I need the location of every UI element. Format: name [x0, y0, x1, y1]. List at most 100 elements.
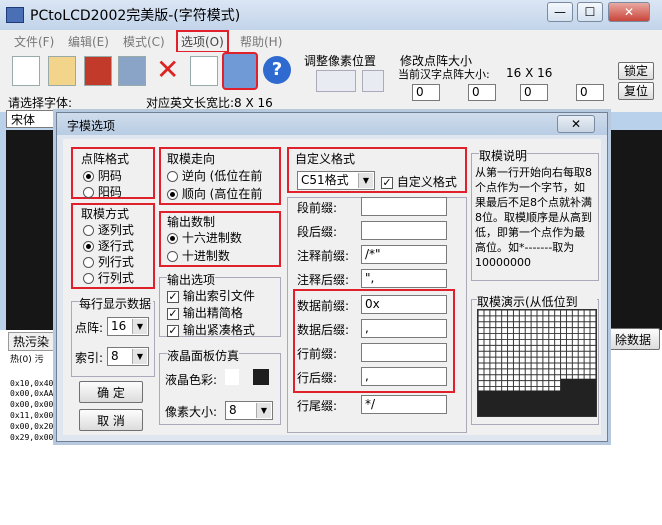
- radio-dot[interactable]: [167, 189, 178, 200]
- comment-suffix-input[interactable]: ",: [361, 269, 447, 288]
- data-prefix-input[interactable]: 0x: [361, 295, 447, 314]
- minimize-button[interactable]: —: [547, 2, 573, 22]
- segment-prefix-input[interactable]: [361, 197, 447, 216]
- open-folder-icon[interactable]: [48, 56, 76, 86]
- segment-suffix-input[interactable]: [361, 221, 447, 240]
- radio-dot[interactable]: [83, 225, 94, 236]
- font-options-dialog: 字模选项 ✕ 点阵格式 阴码 阳码 取模方式 逐列式 逐行式 列行式 行列式 每…: [56, 112, 608, 442]
- menu-file[interactable]: 文件(F): [14, 33, 54, 50]
- pixel-center-icon[interactable]: [362, 70, 384, 92]
- comment-prefix-input[interactable]: /*": [361, 245, 447, 264]
- take-direction-title: 取模走向: [167, 152, 216, 166]
- field-label: 数据后缀:: [297, 323, 350, 337]
- line-prefix-input[interactable]: [361, 343, 447, 362]
- radio-by-column[interactable]: 逐列式: [83, 221, 134, 238]
- generate-icon[interactable]: [118, 56, 146, 86]
- description-text: 从第一行开始向右每取8个点作为一个字节，如果最后不足8个点就补满8位。取模顺序是…: [475, 166, 592, 269]
- maximize-button[interactable]: ☐: [577, 2, 603, 22]
- data-suffix-input[interactable]: ,: [361, 319, 447, 338]
- menu-mode[interactable]: 模式(C): [123, 33, 165, 50]
- lcd-background-swatch[interactable]: [225, 369, 239, 385]
- radio-column-row[interactable]: 列行式: [83, 253, 134, 270]
- output-base-title: 输出数制: [167, 215, 216, 229]
- reset-button[interactable]: 复位: [618, 82, 654, 100]
- check-index-file[interactable]: ✓ 输出索引文件: [167, 287, 255, 304]
- dot-count-select[interactable]: 16 ▼: [107, 317, 149, 336]
- radio-dot[interactable]: [83, 273, 94, 284]
- index-count-select[interactable]: 8 ▼: [107, 347, 149, 366]
- lcd-color-swatch[interactable]: [253, 369, 269, 385]
- clear-icon[interactable]: ✕: [156, 55, 179, 85]
- checkbox[interactable]: ✓: [167, 290, 179, 303]
- field-label: 注释后缀:: [297, 273, 350, 287]
- line-suffix-input[interactable]: ,: [361, 367, 447, 386]
- radio-reverse[interactable]: 逆向 (低位在前: [167, 167, 279, 184]
- radio-dot[interactable]: [83, 257, 94, 268]
- radio-decimal[interactable]: 十进制数: [167, 247, 230, 264]
- chevron-down-icon[interactable]: ▼: [132, 319, 147, 334]
- pixel-size-select[interactable]: 8 ▼: [225, 401, 273, 420]
- per-row-title: 每行显示数据: [79, 295, 153, 312]
- spin-up-value[interactable]: 0: [468, 84, 496, 101]
- window-title: PCtoLCD2002完美版-(字符模式): [30, 8, 241, 24]
- en-width-label: 对应英文长宽比:8 X 16: [146, 96, 273, 110]
- spin-right-value[interactable]: 0: [520, 84, 548, 101]
- line-end-input[interactable]: */: [361, 395, 447, 414]
- menu-help[interactable]: 帮助(H): [240, 33, 282, 50]
- radio-dot[interactable]: [167, 251, 178, 262]
- format-select[interactable]: C51格式 ▼: [297, 171, 375, 190]
- radio-dot[interactable]: [167, 171, 178, 182]
- cancel-button[interactable]: 取 消: [79, 409, 143, 431]
- check-compact[interactable]: ✓ 输出精简格: [167, 304, 243, 321]
- radio-forward[interactable]: 顺向 (高位在前: [167, 185, 279, 202]
- hex-output-line: 0x00,0x20: [10, 422, 54, 431]
- radio-negative[interactable]: 阴码: [83, 167, 122, 184]
- radio-dot[interactable]: [83, 241, 94, 252]
- field-label: 行后缀:: [297, 371, 338, 385]
- ok-button[interactable]: 确 定: [79, 381, 143, 403]
- chevron-down-icon[interactable]: ▼: [256, 403, 271, 418]
- current-size-label: 当前汉字点阵大小:: [398, 68, 490, 81]
- output-tab[interactable]: 热污染: [8, 332, 55, 351]
- app-icon: [6, 7, 24, 23]
- chevron-down-icon[interactable]: ▼: [358, 173, 373, 188]
- radio-hex[interactable]: 十六进制数: [167, 229, 242, 246]
- check-custom-format[interactable]: ✓ 自定义格式: [381, 173, 465, 190]
- menu-options[interactable]: 选项(O): [176, 30, 229, 53]
- pixel-move-arrows-icon[interactable]: [316, 70, 356, 92]
- output-options-title: 输出选项: [167, 271, 216, 288]
- field-label: 段前缀:: [297, 201, 338, 215]
- lock-button[interactable]: 锁定: [618, 62, 654, 80]
- radio-dot[interactable]: [83, 187, 94, 198]
- save-disk-icon[interactable]: [84, 56, 112, 86]
- radio-dot[interactable]: [167, 233, 178, 244]
- radio-dot[interactable]: [83, 171, 94, 182]
- checkbox[interactable]: ✓: [167, 307, 179, 320]
- take-mode-title: 取模方式: [81, 207, 130, 221]
- radio-row-column[interactable]: 行列式: [83, 269, 134, 286]
- field-label: 行前缀:: [297, 347, 338, 361]
- check-tight[interactable]: ✓ 输出紧凑格式: [167, 321, 279, 338]
- hex-output-line: 0x00,0xAA: [10, 389, 54, 398]
- checkbox[interactable]: ✓: [381, 176, 393, 189]
- settings-gear-icon[interactable]: [222, 52, 258, 90]
- chevron-down-icon[interactable]: ▼: [132, 349, 147, 364]
- radio-positive[interactable]: 阳码: [83, 183, 122, 200]
- menu-edit[interactable]: 编辑(E): [68, 33, 109, 50]
- spin-left-value[interactable]: 0: [412, 84, 440, 101]
- description-title: 取模说明: [479, 147, 528, 164]
- close-button[interactable]: ✕: [608, 2, 650, 22]
- checkbox[interactable]: ✓: [167, 324, 179, 337]
- document-icon[interactable]: [190, 56, 218, 86]
- lcd-color-label: 液晶色彩:: [165, 373, 218, 387]
- radio-by-row[interactable]: 逐行式: [83, 237, 134, 254]
- pixel-size-label: 像素大小:: [165, 405, 218, 419]
- spin-down-value[interactable]: 0: [576, 84, 604, 101]
- help-icon[interactable]: ?: [263, 56, 291, 84]
- take-mode-demo-grid: [477, 309, 597, 417]
- new-file-icon[interactable]: [12, 56, 40, 86]
- char-preview-right: [606, 130, 662, 330]
- dialog-close-button[interactable]: ✕: [557, 115, 595, 133]
- delete-data-button[interactable]: 除数据: [606, 328, 660, 350]
- field-label: 注释前缀:: [297, 249, 350, 263]
